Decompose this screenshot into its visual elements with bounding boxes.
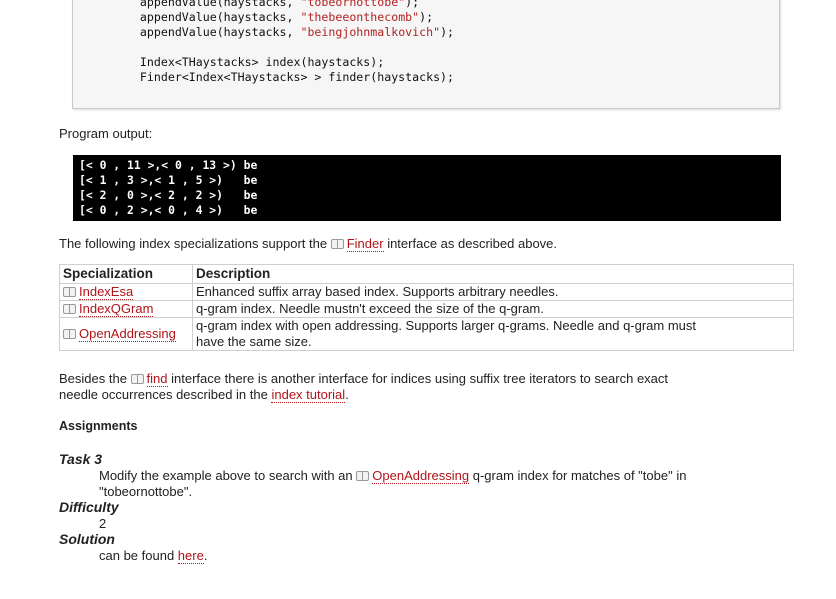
code-line-finder: Finder<Index<THaystacks> > finder(haysta… [112, 70, 455, 84]
open-addressing-task-link[interactable]: OpenAddressing [372, 468, 470, 484]
table-cell: Enhanced suffix array based index. Suppo… [192, 283, 794, 301]
output-line: [< 2 , 0 >,< 2 , 2 >) be [79, 188, 258, 202]
table-cell: IndexQGram [59, 300, 193, 318]
open-addressing-link[interactable]: OpenAddressing [79, 326, 176, 342]
table-row: IndexEsa Enhanced suffix array based ind… [59, 283, 794, 301]
index-esa-link[interactable]: IndexEsa [79, 284, 134, 300]
table-header-row: Specialization Description [59, 264, 794, 284]
difficulty-label: Difficulty [59, 499, 119, 515]
task-description: Modify the example above to search with … [99, 468, 687, 499]
assignments-heading: Assignments [59, 419, 138, 433]
besides-paragraph: Besides the find interface there is anot… [59, 371, 669, 403]
table-row: OpenAddressing q-gram index with open ad… [59, 317, 794, 351]
code-line: appendValue(haystacks, "beingjohnmalkovi… [112, 25, 455, 39]
code-block: appendValue(haystacks, "tobeornottobe");… [72, 0, 780, 109]
specialization-table: Specialization Description IndexEsa Enha… [59, 264, 794, 351]
program-output: [< 0 , 11 >,< 0 , 13 >) be [< 1 , 3 >,< … [73, 155, 781, 221]
index-qgram-link[interactable]: IndexQGram [79, 301, 154, 317]
code-line: appendValue(haystacks, "tobeornottobe"); [112, 0, 420, 9]
table-cell: IndexEsa [59, 283, 193, 301]
index-tutorial-link[interactable]: index tutorial [271, 387, 346, 403]
task-title: Task 3 [59, 451, 103, 467]
intro-paragraph: The following index specializations supp… [59, 236, 558, 252]
table-cell: q-gram index. Needle mustn't exceed the … [192, 300, 794, 318]
book-icon [130, 374, 144, 384]
find-link[interactable]: find [146, 371, 168, 387]
table-cell: q-gram index with open addressing. Suppo… [192, 317, 794, 351]
output-line: [< 0 , 11 >,< 0 , 13 >) be [79, 158, 258, 172]
table-row: IndexQGram q-gram index. Needle mustn't … [59, 300, 794, 318]
output-line: [< 0 , 2 >,< 0 , 4 >) be [79, 203, 258, 217]
book-icon [63, 287, 76, 297]
finder-link[interactable]: Finder [346, 236, 384, 252]
column-header-specialization: Specialization [59, 264, 193, 284]
difficulty-value: 2 [99, 516, 107, 531]
output-label: Program output: [59, 126, 153, 141]
table-cell: OpenAddressing [59, 317, 193, 351]
book-icon [356, 471, 370, 481]
solution-label: Solution [59, 531, 115, 547]
code-line-index: Index<THaystacks> index(haystacks); [112, 55, 385, 69]
output-line: [< 1 , 3 >,< 1 , 5 >) be [79, 173, 258, 187]
solution-text: can be found here. [99, 548, 208, 564]
book-icon [330, 239, 344, 249]
solution-link[interactable]: here [177, 548, 204, 564]
book-icon [63, 329, 76, 339]
book-icon [63, 304, 76, 314]
column-header-description: Description [192, 264, 794, 284]
code-line: appendValue(haystacks, "thebeeonthecomb"… [112, 10, 434, 24]
